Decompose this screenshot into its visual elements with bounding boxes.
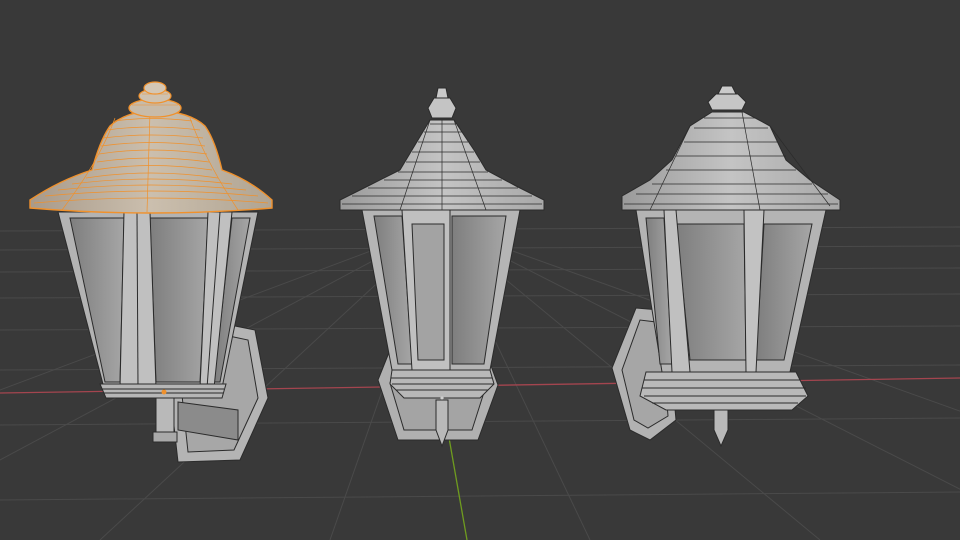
- selected-cap-mesh[interactable]: [29, 81, 273, 214]
- viewport-canvas[interactable]: [0, 0, 960, 540]
- lamp-object-2[interactable]: [339, 87, 545, 448]
- 3d-viewport[interactable]: [0, 0, 960, 540]
- origin-point: [440, 396, 444, 400]
- lamp-object-3[interactable]: [611, 85, 841, 448]
